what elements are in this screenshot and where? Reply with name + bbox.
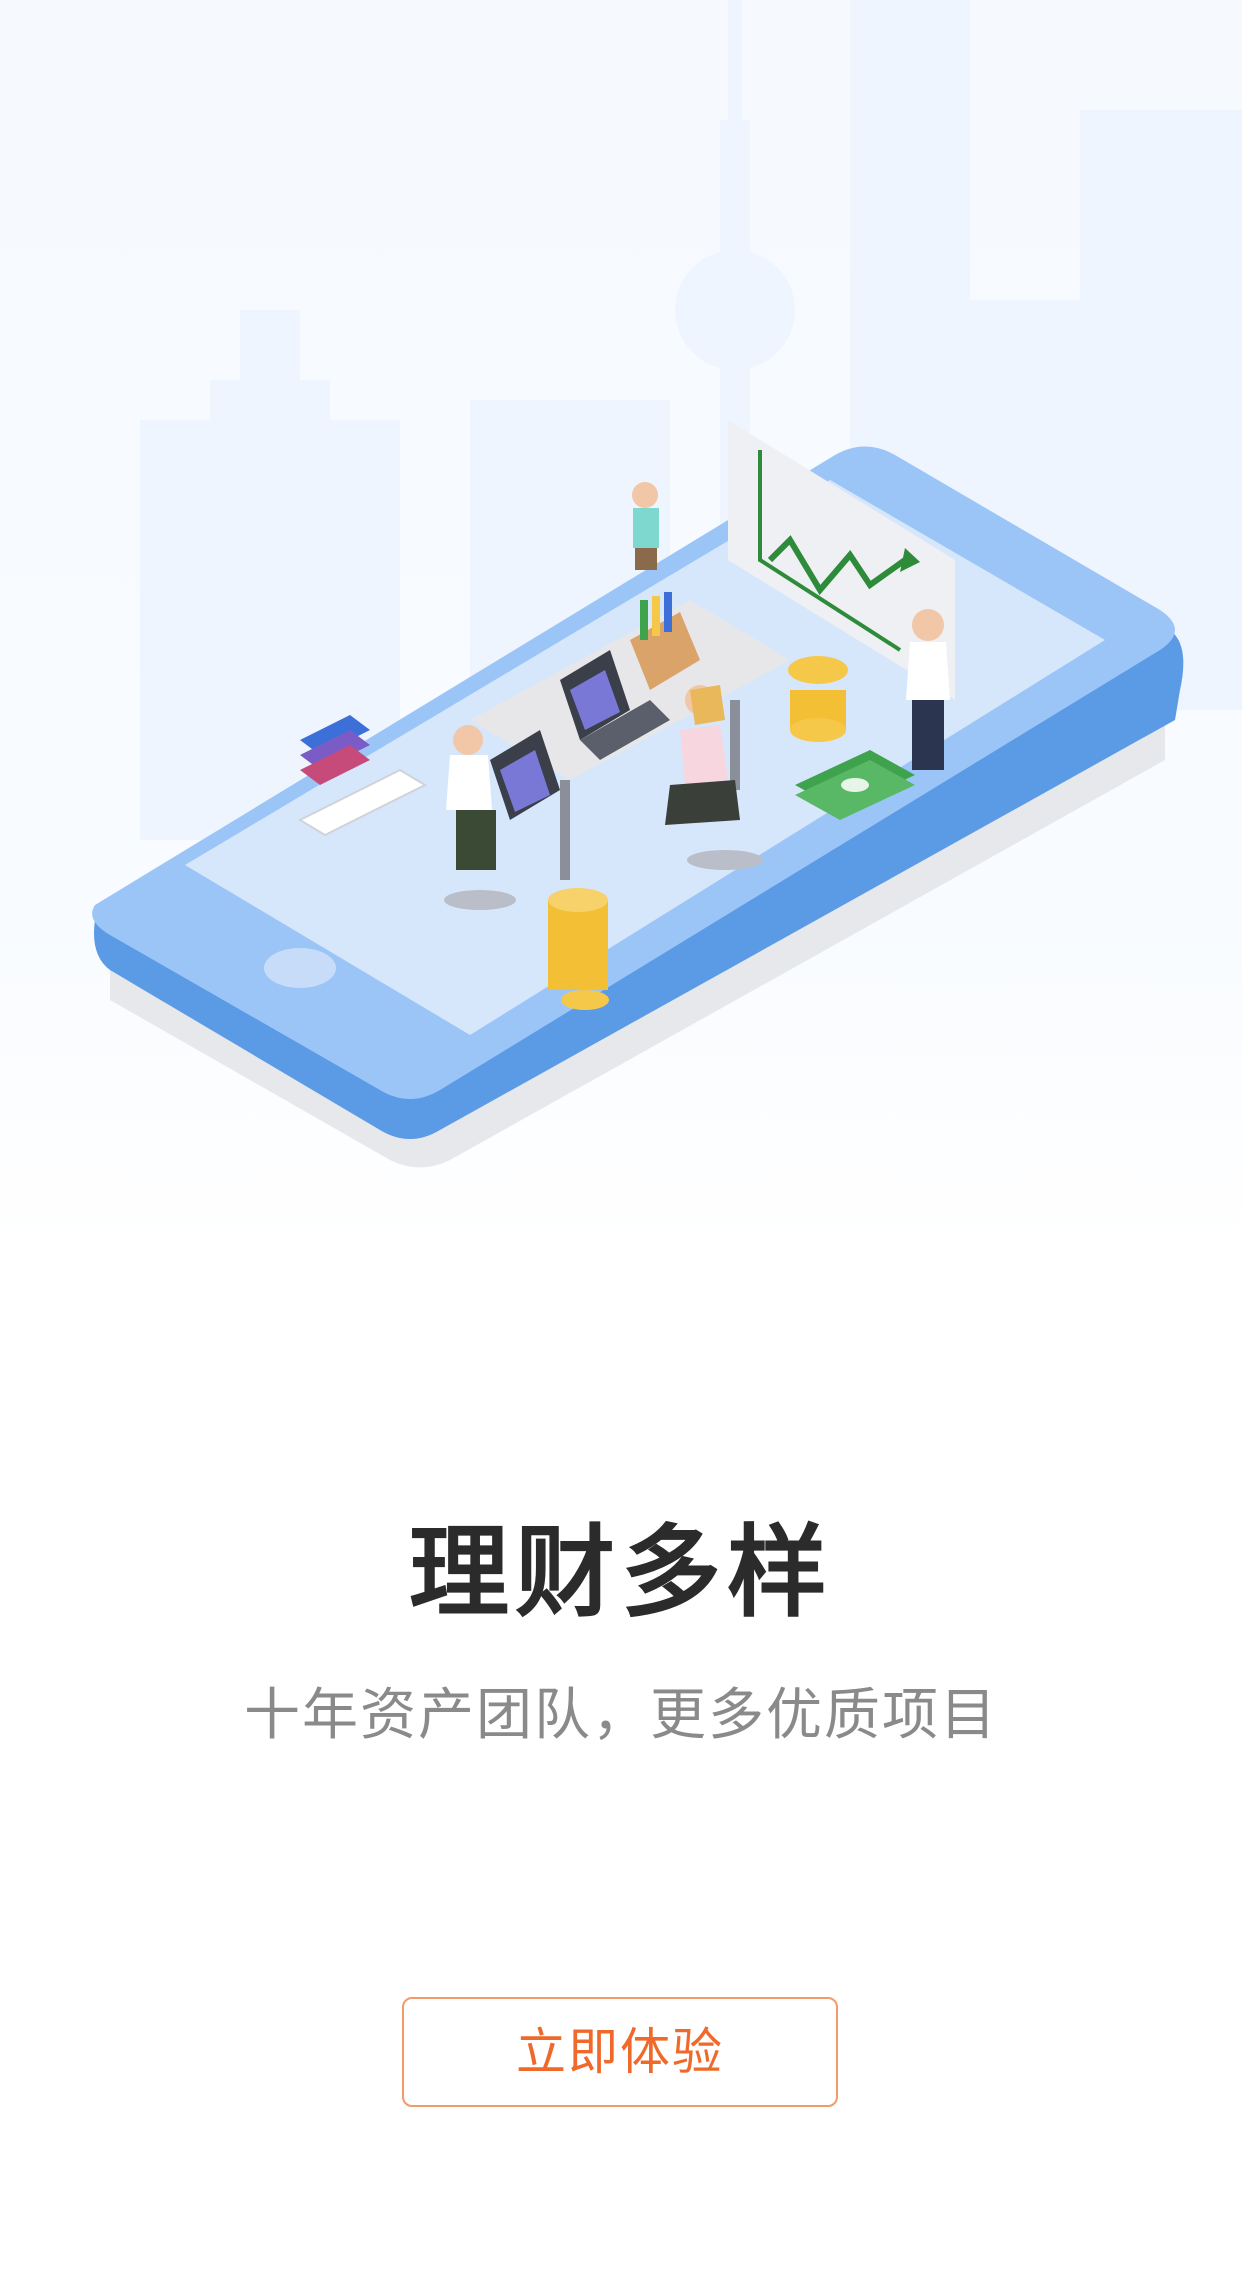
hero-illustration [0,0,1242,1200]
start-experience-button[interactable]: 立即体验 [402,1997,838,2107]
page-subtitle: 十年资产团队，更多优质项目 [244,1683,998,1748]
home-button [264,948,336,988]
illustration-svg [92,0,1242,1168]
onboarding-screen: 理财多样 十年资产团队，更多优质项目 立即体验 [0,0,1242,2280]
page-title: 理财多样 [409,1514,833,1631]
